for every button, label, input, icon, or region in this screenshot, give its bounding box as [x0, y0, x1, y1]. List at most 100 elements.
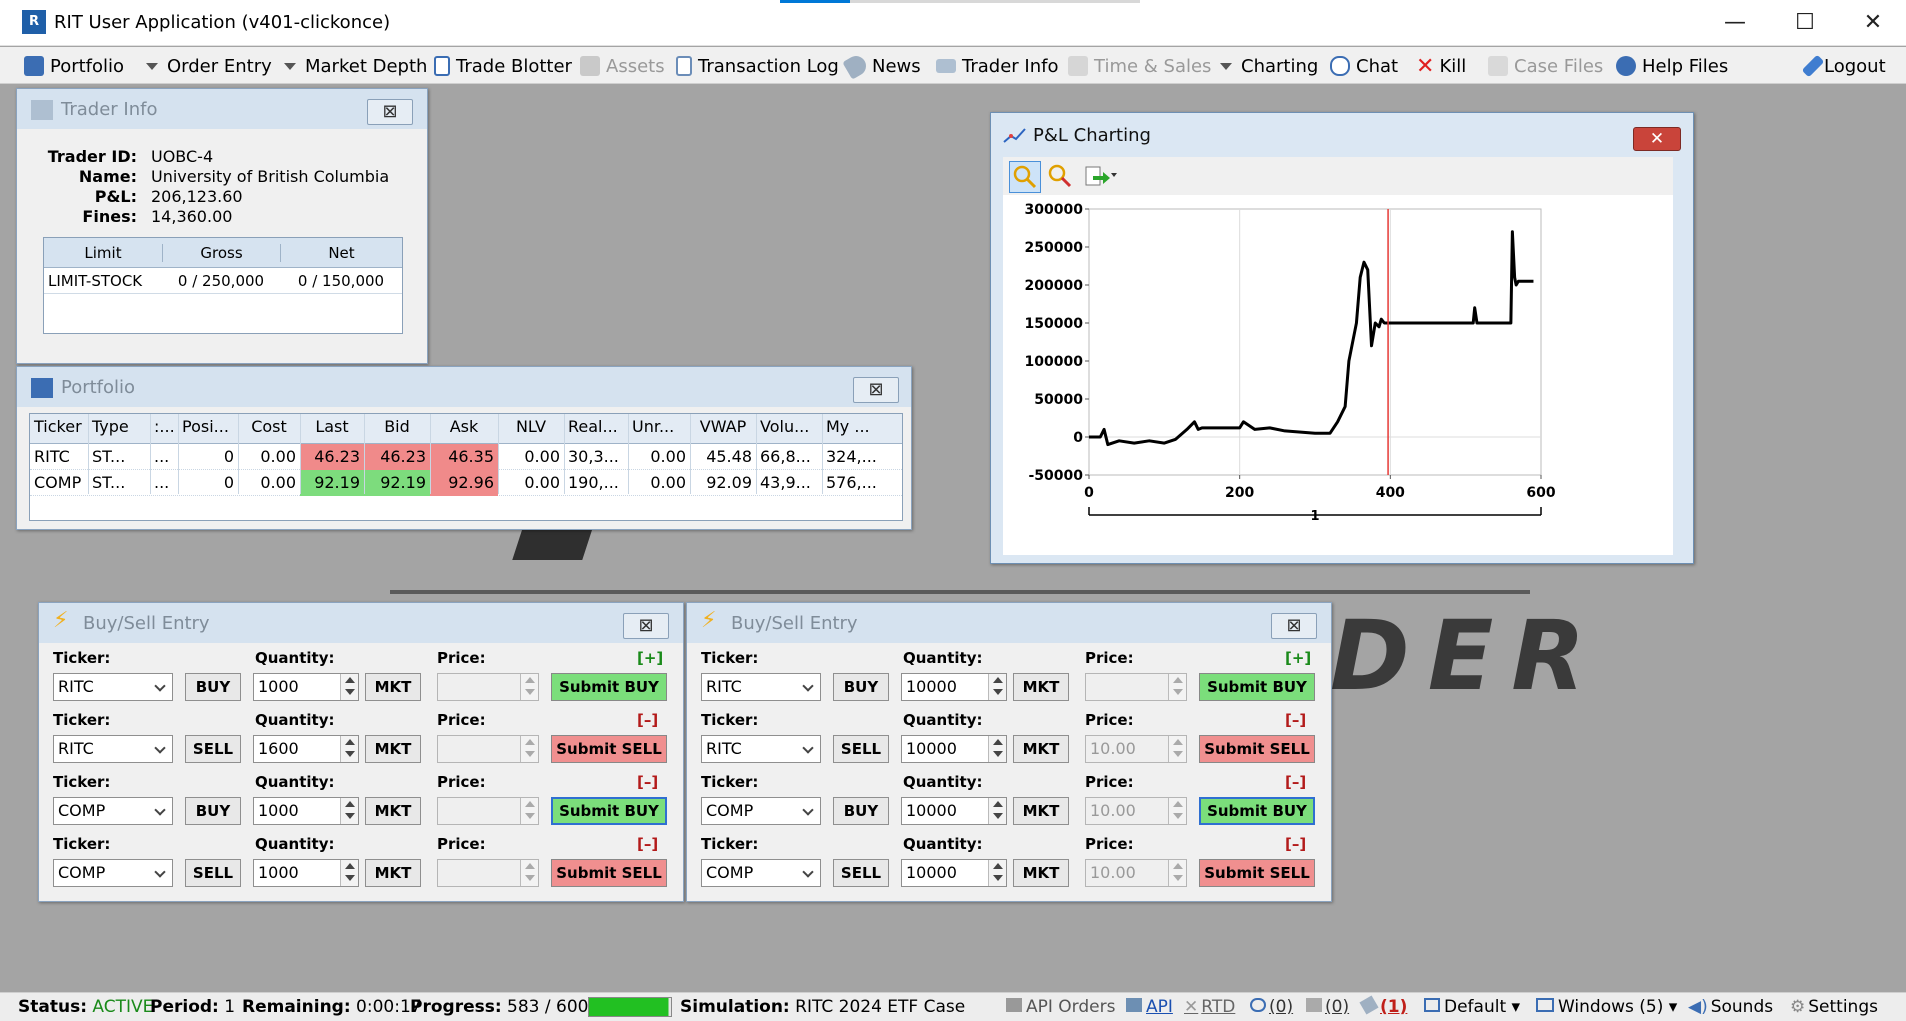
market-order-button[interactable]: MKT — [365, 735, 421, 763]
ticker-select[interactable]: COMP — [53, 859, 173, 887]
column-header[interactable]: VWAP — [690, 414, 756, 440]
table-row[interactable]: COMP ST... ... 0 0.00 92.19 92.19 92.96 … — [30, 470, 902, 496]
close-panel-button[interactable]: ⊠ — [1271, 613, 1317, 639]
pnl-chart-header[interactable]: P&L Charting ✕ — [991, 113, 1693, 155]
quantity-input[interactable]: 1000 — [253, 797, 359, 825]
price-stepper[interactable] — [1168, 736, 1186, 762]
ticker-select[interactable]: COMP — [701, 859, 821, 887]
side-toggle-button[interactable]: SELL — [185, 735, 241, 763]
column-header[interactable]: Last — [300, 414, 364, 440]
price-input[interactable] — [437, 673, 539, 701]
menu-logout[interactable]: Logout — [1801, 53, 1886, 79]
price-input[interactable] — [437, 735, 539, 763]
quantity-stepper[interactable] — [988, 860, 1006, 886]
price-input[interactable] — [1085, 673, 1187, 701]
market-order-button[interactable]: MKT — [1013, 735, 1069, 763]
quantity-stepper[interactable] — [988, 798, 1006, 824]
submit-sell-button[interactable]: Submit SELL — [1199, 735, 1315, 763]
side-toggle-button[interactable]: BUY — [833, 673, 889, 701]
close-panel-button[interactable]: ✕ — [1633, 127, 1681, 151]
news-count-link[interactable]: (0) — [1306, 997, 1349, 1017]
chat-count-link[interactable]: (0) — [1250, 997, 1293, 1017]
menu-news[interactable]: News — [842, 52, 921, 80]
submit-sell-button[interactable]: Submit SELL — [551, 735, 667, 763]
price-stepper[interactable] — [520, 674, 538, 700]
alert-count-link[interactable]: (1) — [1359, 995, 1407, 1017]
ticker-select[interactable]: RITC — [53, 735, 173, 763]
quantity-input[interactable]: 1000 — [253, 859, 359, 887]
side-toggle-button[interactable]: SELL — [833, 859, 889, 887]
buy-sell-header[interactable]: ⚡ Buy/Sell Entry ⊠ — [687, 603, 1331, 643]
portfolio-header[interactable]: Portfolio ⊠ — [17, 367, 911, 407]
quantity-input[interactable]: 1000 — [253, 673, 359, 701]
menu-transaction-log[interactable]: Transaction Log — [676, 53, 839, 79]
quantity-input[interactable]: 10000 — [901, 735, 1007, 763]
layout-selector[interactable]: Default ▾ — [1424, 997, 1520, 1017]
rtd-link[interactable]: ✕ RTD — [1184, 997, 1235, 1017]
row-toggle[interactable]: [+] — [637, 649, 663, 667]
windows-selector[interactable]: Windows (5) ▾ — [1536, 997, 1677, 1017]
column-header[interactable]: Volu... — [756, 414, 822, 440]
menu-kill[interactable]: ✕ Kill — [1416, 53, 1466, 79]
column-header[interactable]: My ... — [822, 414, 894, 440]
market-order-button[interactable]: MKT — [1013, 859, 1069, 887]
menu-charting[interactable]: Charting — [1220, 53, 1318, 79]
submit-buy-button[interactable]: Submit BUY — [1199, 797, 1315, 825]
ticker-select[interactable]: RITC — [701, 735, 821, 763]
quantity-input[interactable]: 10000 — [901, 797, 1007, 825]
column-header[interactable]: Ask — [430, 414, 498, 440]
row-toggle[interactable]: [–] — [1285, 711, 1306, 729]
column-header[interactable]: :... — [150, 414, 178, 440]
price-stepper[interactable] — [520, 860, 538, 886]
column-header[interactable]: Real... — [564, 414, 628, 440]
market-order-button[interactable]: MKT — [365, 673, 421, 701]
menu-trade-blotter[interactable]: Trade Blotter — [434, 53, 572, 79]
price-stepper[interactable] — [1168, 674, 1186, 700]
row-toggle[interactable]: [–] — [1285, 835, 1306, 853]
submit-buy-button[interactable]: Submit BUY — [551, 797, 667, 825]
ticker-select[interactable]: COMP — [53, 797, 173, 825]
column-header[interactable]: Type — [88, 414, 150, 440]
price-input[interactable]: 10.00 — [1085, 735, 1187, 763]
close-window-button[interactable]: ✕ — [1838, 0, 1906, 46]
price-input[interactable] — [437, 797, 539, 825]
close-panel-button[interactable]: ⊠ — [853, 377, 899, 403]
menu-time-and-sales[interactable]: Time & Sales — [1068, 53, 1211, 79]
menu-assets[interactable]: Assets — [580, 53, 665, 79]
menu-trader-info[interactable]: Trader Info — [936, 53, 1058, 79]
market-order-button[interactable]: MKT — [1013, 673, 1069, 701]
pnl-line-chart[interactable]: 300000250000200000150000100000500000-500… — [1003, 195, 1673, 555]
close-panel-button[interactable]: ⊠ — [367, 99, 413, 125]
table-row[interactable]: RITC ST... ... 0 0.00 46.23 46.23 46.35 … — [30, 444, 902, 470]
row-toggle[interactable]: [–] — [637, 711, 658, 729]
submit-sell-button[interactable]: Submit SELL — [551, 859, 667, 887]
minimize-button[interactable]: — — [1700, 0, 1770, 46]
column-header[interactable]: Cost — [238, 414, 300, 440]
column-header[interactable]: Bid — [364, 414, 430, 440]
menu-portfolio[interactable]: Portfolio — [24, 53, 124, 79]
zoom-out-icon[interactable] — [1045, 161, 1077, 193]
menu-chat[interactable]: Chat — [1330, 53, 1398, 79]
quantity-stepper[interactable] — [340, 736, 358, 762]
menu-help-files[interactable]: Help Files — [1616, 53, 1728, 79]
quantity-stepper[interactable] — [340, 674, 358, 700]
ticker-select[interactable]: RITC — [701, 673, 821, 701]
side-toggle-button[interactable]: BUY — [833, 797, 889, 825]
menu-market-depth[interactable]: Market Depth — [284, 53, 427, 79]
submit-sell-button[interactable]: Submit SELL — [1199, 859, 1315, 887]
chart-area[interactable]: 300000 250000 200000 150000 100000 50000 0 -500… — [1003, 195, 1673, 555]
column-header[interactable]: Posi... — [178, 414, 238, 440]
row-toggle[interactable]: [–] — [1285, 773, 1306, 791]
api-link[interactable]: API — [1126, 997, 1173, 1017]
column-header[interactable]: NLV — [498, 414, 564, 440]
submit-buy-button[interactable]: Submit BUY — [551, 673, 667, 701]
side-toggle-button[interactable]: BUY — [185, 673, 241, 701]
quantity-stepper[interactable] — [988, 674, 1006, 700]
row-toggle[interactable]: [–] — [637, 773, 658, 791]
ticker-select[interactable]: COMP — [701, 797, 821, 825]
maximize-button[interactable]: ☐ — [1770, 0, 1840, 46]
price-stepper[interactable] — [520, 798, 538, 824]
menu-case-files[interactable]: Case Files — [1488, 53, 1603, 79]
price-stepper[interactable] — [520, 736, 538, 762]
quantity-input[interactable]: 1600 — [253, 735, 359, 763]
